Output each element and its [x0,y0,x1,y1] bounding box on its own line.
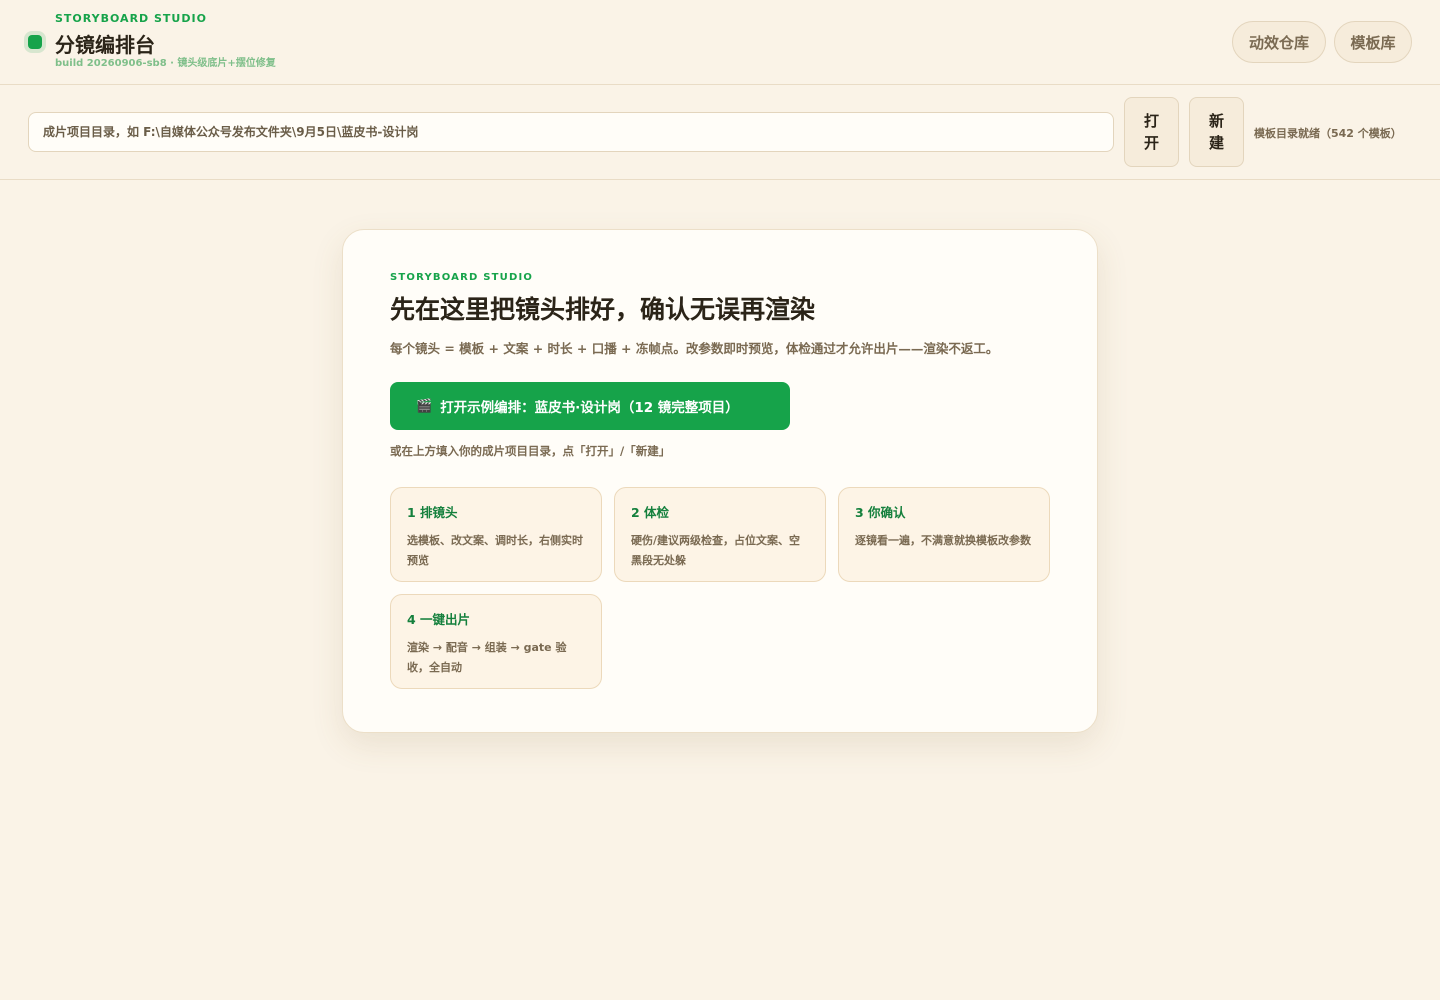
clapperboard-icon: 🎬 [416,398,433,414]
step-text: 渲染 → 配音 → 组装 → gate 验收，全自动 [407,641,567,674]
welcome-card: STORYBOARD STUDIO 先在这里把镜头排好，确认无误再渲染 每个镜头… [342,229,1098,733]
step-card: 2 体检 硬伤/建议两级检查，占位文案、空黑段无处躲 [614,487,826,582]
build-info: build 20260906-sb8 · 镜头级底片+摆位修复 [55,58,276,69]
brand-kicker: STORYBOARD STUDIO [55,12,207,25]
step-card: 4 一键出片 渲染 → 配音 → 组装 → gate 验收，全自动 [390,594,602,689]
open-project-button[interactable]: 打开 [1124,97,1179,167]
project-path-bar: 打开 新建 模板目录就绪（542 个模板） [0,85,1440,180]
new-project-button[interactable]: 新建 [1189,97,1244,167]
step-title: 1 排镜头 [407,505,458,520]
step-text: 逐镜看一遍，不满意就换模板改参数 [855,534,1031,547]
step-title: 3 你确认 [855,505,906,520]
motion-library-button[interactable]: 动效仓库 [1232,21,1326,63]
card-title: 先在这里把镜头排好，确认无误再渲染 [390,295,816,324]
step-card: 1 排镜头 选模板、改文案、调时长，右侧实时预览 [390,487,602,582]
open-sample-project-button[interactable]: 🎬 打开示例编排：蓝皮书·设计岗（12 镜完整项目） [390,382,790,430]
step-card: 3 你确认 逐镜看一遍，不满意就换模板改参数 [838,487,1050,582]
cta-label: 打开示例编排：蓝皮书·设计岗（12 镜完整项目） [440,400,739,416]
step-text: 硬伤/建议两级检查，占位文案、空黑段无处躲 [631,534,801,567]
template-status: 模板目录就绪（542 个模板） [1254,127,1402,140]
card-description: 每个镜头 = 模板 + 文案 + 时长 + 口播 + 冻帧点。改参数即时预览，体… [390,341,999,356]
step-title: 2 体检 [631,505,670,520]
project-path-input[interactable] [28,112,1114,152]
brand-logo-icon [28,35,42,49]
template-library-button[interactable]: 模板库 [1334,21,1412,63]
step-text: 选模板、改文案、调时长，右侧实时预览 [407,534,583,567]
card-hint: 或在上方填入你的成片项目目录，点「打开」/「新建」 [390,444,671,458]
top-header: STORYBOARD STUDIO 分镜编排台 build 20260906-s… [0,0,1440,85]
card-kicker: STORYBOARD STUDIO [390,272,534,283]
step-title: 4 一键出片 [407,612,471,627]
